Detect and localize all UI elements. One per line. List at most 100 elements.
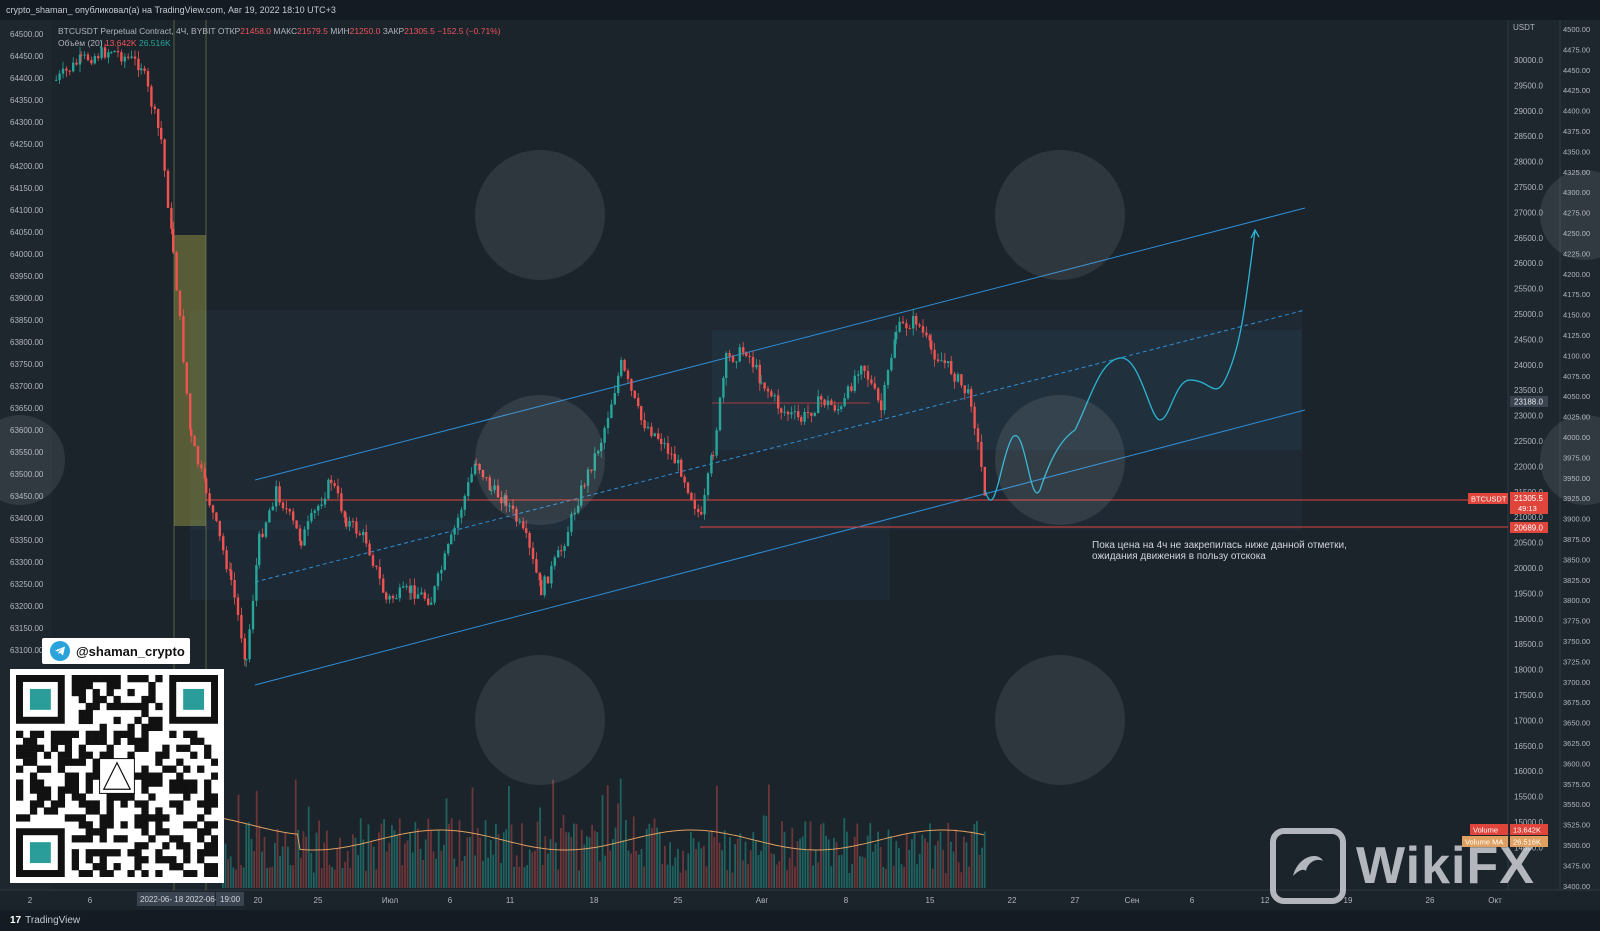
volume-bar (320, 868, 323, 888)
volume-bar (622, 840, 625, 888)
qr-module (57, 800, 66, 808)
volume-bar (456, 866, 458, 888)
volume-bar (801, 836, 804, 888)
secondary-axis-tick: 3675.00 (1563, 698, 1590, 707)
qr-module (134, 800, 142, 808)
volume-bar (476, 828, 479, 888)
volume-bar (817, 862, 820, 888)
candle-body (368, 543, 371, 556)
qr-module (106, 681, 114, 690)
qr-module (16, 793, 24, 801)
candle-body (673, 453, 676, 464)
chart-legend: BTCUSDT Perpetual Contract, 4Ч, BYBIT ОТ… (58, 25, 501, 49)
volume-bar (596, 832, 599, 888)
candle-body (251, 600, 255, 630)
qr-module (85, 849, 93, 857)
volume-bar (341, 868, 344, 888)
volume-bar (573, 823, 575, 888)
volume-bar (422, 860, 424, 888)
candle-body (843, 398, 846, 407)
left-axis-tick: 63400.00 (10, 514, 44, 523)
qr-module (204, 842, 212, 850)
volume-bar (578, 870, 580, 888)
volume-bar (632, 816, 635, 888)
candle-body (538, 572, 541, 581)
qr-module (162, 814, 170, 822)
volume-bar (328, 864, 331, 888)
time-axis-tick: 25 (314, 896, 323, 905)
time-axis-tick: 20 (254, 896, 263, 905)
qr-module (197, 849, 205, 857)
qr-module (43, 765, 52, 773)
volume-bar (895, 840, 898, 888)
candle-body (116, 51, 120, 53)
qr-module (50, 807, 59, 815)
right-axis-tick: 19500.0 (1514, 589, 1543, 598)
volume-bar (697, 841, 700, 888)
qr-module (169, 730, 177, 738)
qr-module (29, 758, 38, 766)
qr-module (29, 730, 38, 738)
candle-body (170, 207, 173, 229)
volume-bar (731, 872, 734, 888)
volume-bar (276, 828, 279, 888)
volume-bar (307, 806, 310, 888)
qr-module (204, 793, 212, 801)
candle-body (666, 443, 670, 454)
candle-body (456, 517, 460, 528)
volume-bar (666, 864, 669, 888)
qr-module (176, 758, 184, 766)
qr-code[interactable] (10, 669, 224, 883)
candle-body (610, 404, 613, 419)
volume-bar (492, 854, 495, 888)
volume-bar (284, 832, 287, 888)
volume-bar (664, 846, 666, 888)
qr-module (127, 793, 135, 801)
qr-module (141, 737, 149, 745)
candle-body (535, 559, 538, 573)
candle-body (281, 502, 285, 509)
volume-bar (469, 837, 471, 888)
time-axis-tick: 11 (506, 896, 515, 905)
qr-module (22, 758, 31, 766)
qr-module (148, 688, 156, 697)
right-axis-tick: 27500.0 (1514, 183, 1543, 192)
qr-module (162, 744, 170, 752)
volume-bar (274, 842, 276, 888)
volume-bar (734, 844, 736, 888)
volume-bar (567, 832, 570, 888)
annotation-line-1: Пока цена на 4ч не закрепилась ниже данн… (1092, 540, 1347, 551)
volume-bar (235, 869, 237, 888)
qr-module (169, 863, 177, 871)
qr-module (50, 737, 59, 745)
supply-zone-box[interactable] (174, 235, 206, 526)
qr-module (92, 730, 100, 738)
chart-annotation[interactable]: Пока цена на 4ч не закрепилась ниже данн… (1092, 540, 1347, 562)
volume-bar (544, 836, 547, 888)
secondary-axis-tick: 4400.00 (1563, 107, 1590, 116)
qr-module (92, 737, 100, 745)
candle-body (890, 357, 893, 371)
volume-bar (856, 823, 859, 888)
qr-module (141, 786, 149, 794)
candle-body (416, 594, 420, 599)
candle-body (333, 483, 336, 486)
volume-bar (617, 803, 619, 888)
volume-bar (562, 814, 565, 888)
qr-module (204, 821, 212, 829)
qr-module (71, 849, 79, 857)
left-price-axis[interactable]: 64500.00 64450.00 64400.00 64350.00 64300.00… (10, 30, 44, 655)
legend-high: 21579.5 (297, 26, 328, 36)
qr-module (106, 744, 114, 752)
qr-module (113, 849, 121, 857)
secondary-axis-tick: 4125.00 (1563, 331, 1590, 340)
qr-module (64, 772, 73, 780)
volume-bar (900, 864, 903, 888)
volume-bar (947, 822, 950, 888)
telegram-badge[interactable]: @shaman_crypto (42, 638, 190, 664)
candle-body (940, 360, 943, 362)
qr-module (85, 709, 93, 718)
footer-brand[interactable]: TradingView (25, 910, 80, 931)
volume-bar (913, 833, 916, 888)
price-chart[interactable]: 64500.0064450.0064400.0064350.0064300.00… (0, 20, 1600, 910)
